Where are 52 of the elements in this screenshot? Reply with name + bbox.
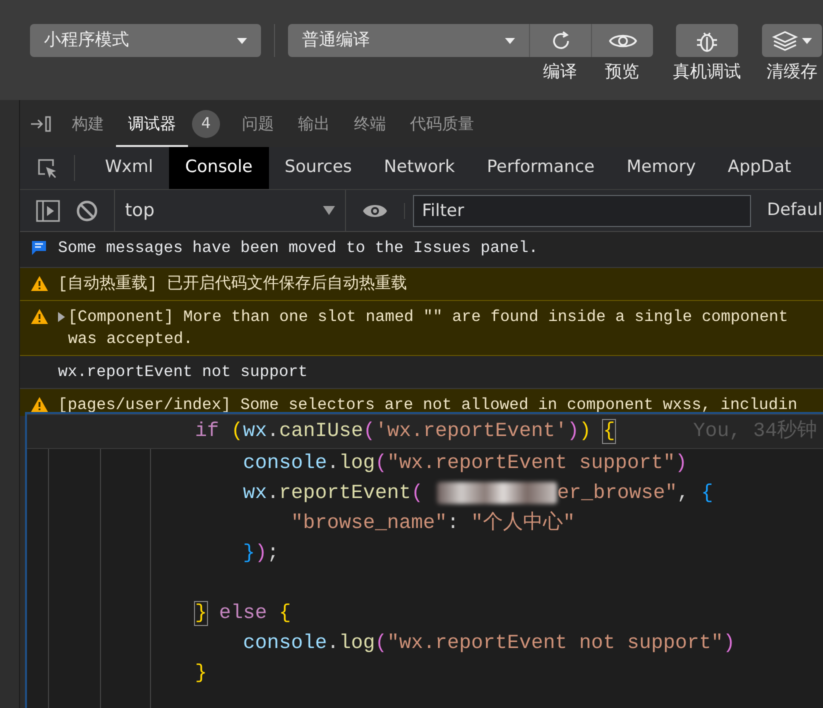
sidebar-icon[interactable] — [36, 200, 60, 222]
dock-icon[interactable] — [30, 115, 52, 134]
warning-icon — [30, 309, 48, 324]
eye-icon[interactable] — [362, 202, 388, 218]
devtools-tab[interactable]: Console — [169, 147, 269, 189]
levels-dropdown[interactable]: Defaul — [767, 198, 822, 224]
panel-tab[interactable]: 输出 — [286, 100, 342, 147]
compile-button[interactable] — [529, 24, 591, 57]
devtools-tab[interactable]: Memory — [610, 147, 712, 189]
code-line: "browse_name": "个人中心" — [290, 510, 576, 537]
devtools-tab[interactable]: Network — [368, 147, 471, 189]
devtools-tab[interactable]: Sources — [268, 147, 368, 189]
panel-tab[interactable]: 调试器 — [116, 100, 188, 147]
layers-icon — [772, 30, 798, 52]
code-line: console.log("wx.reportEvent support") — [242, 451, 688, 477]
inspect-icon[interactable] — [36, 157, 58, 179]
caret-icon — [323, 206, 335, 215]
mode-dropdown[interactable]: 小程序模式 — [30, 24, 262, 57]
panel-tab[interactable]: 终端 — [342, 100, 398, 147]
filter-field[interactable]: Filter — [413, 194, 751, 226]
panel-tab[interactable]: 构建 — [60, 100, 116, 147]
warning-icon — [30, 397, 48, 412]
console-message: [pages/user/index] Some selectors are not allowed in component wxss, includin — [58, 395, 798, 411]
code-line: } — [194, 661, 208, 687]
panel-tab[interactable]: 问题 — [230, 100, 286, 147]
caret-icon — [505, 38, 515, 44]
code-line: }); — [242, 541, 280, 567]
devtools-tab[interactable]: Performance — [470, 147, 611, 189]
console-message: [自动热重载] 已开启代码文件保存后自动热重载 — [58, 274, 407, 295]
panel-tab[interactable]: 代码质量 — [398, 100, 486, 147]
compile-dropdown[interactable]: 普通编译 — [288, 24, 529, 57]
console-message: [Component] More than one slot named "" are found inside a single component was accepted. — [68, 307, 790, 350]
clear-icon[interactable] — [76, 200, 98, 222]
caret-icon — [802, 38, 812, 44]
debug-label: 真机调试 — [673, 61, 741, 84]
count-badge: 4 — [192, 110, 220, 138]
message-icon — [31, 240, 47, 255]
code-line: console.log("wx.reportEvent not support") — [242, 631, 736, 657]
console-message: Some messages have been moved to the Issues panel. — [58, 238, 538, 259]
warning-icon — [30, 276, 48, 291]
preview-label: 预览 — [604, 61, 640, 84]
clear-cache-button[interactable] — [762, 24, 822, 57]
devtools-tab[interactable]: AppDat — [712, 147, 808, 189]
code-line: } else { — [194, 601, 292, 627]
console-message: wx.reportEvent not support — [58, 362, 308, 383]
refresh-label: 编译 — [542, 61, 578, 84]
code-line: wx.reportEvent( er_browse", { — [242, 480, 714, 507]
debug-button[interactable] — [676, 24, 738, 57]
caret-icon — [237, 38, 248, 44]
cache-label: 清缓存 — [766, 61, 818, 84]
preview-button[interactable] — [591, 24, 653, 57]
devtools-tab[interactable]: Wxml — [89, 147, 170, 189]
